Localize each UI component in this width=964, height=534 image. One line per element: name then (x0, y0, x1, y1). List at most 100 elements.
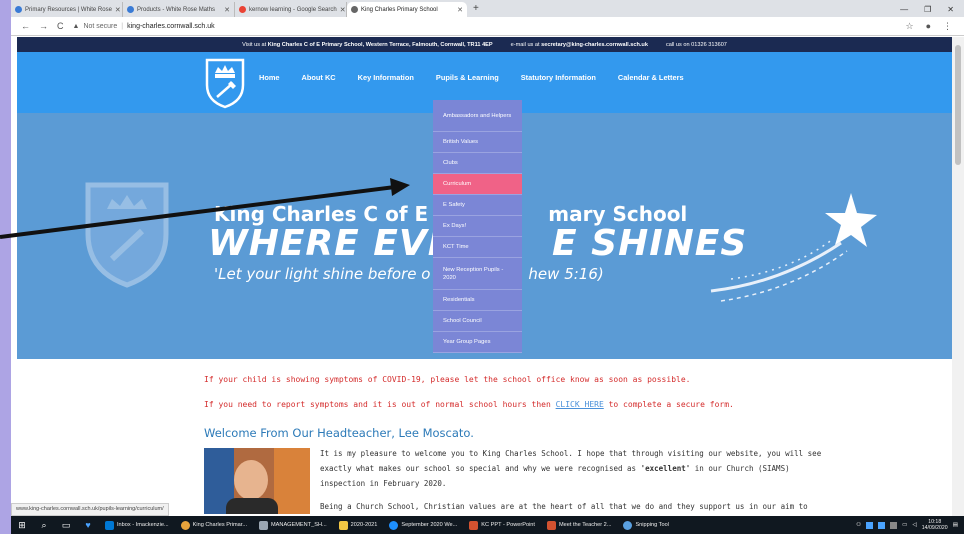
menu-item-new-reception[interactable]: New Reception Pupils - 2020 (433, 258, 522, 290)
close-icon[interactable]: ✕ (340, 6, 346, 14)
system-tray: ⚇ ▭ ◁ 10:18 14/09/2020 ▤ (856, 519, 964, 531)
menu-item-year-group-pages[interactable]: Year Group Pages (433, 332, 522, 353)
taskbar-item-powerpoint-1[interactable]: KC PPT - PowerPoint (463, 516, 541, 534)
security-label: Not secure (83, 22, 118, 30)
pupils-learning-dropdown: Ambassadors and Helpers British Values C… (433, 100, 522, 353)
menu-item-residentials[interactable]: Residentials (433, 290, 522, 311)
menu-icon[interactable]: ⋮ (943, 21, 952, 32)
windows-start-icon[interactable]: ⊞ (11, 520, 33, 531)
star-icon[interactable]: ☆ (905, 21, 913, 32)
pinned-app-icon[interactable]: ♥ (77, 520, 99, 530)
page-scrollbar[interactable] (952, 37, 964, 516)
nav-pupils-learning[interactable]: Pupils & Learning (436, 73, 499, 82)
report-notice: If you need to report symptoms and it is… (204, 400, 734, 409)
edge-icon (389, 520, 399, 530)
nav-about[interactable]: About KC (302, 73, 336, 82)
task-view-icon[interactable]: ▭ (55, 520, 77, 531)
tab-primary-resources[interactable]: Primary Resources | White Rose ✕ (11, 2, 123, 17)
menu-item-ambassadors[interactable]: Ambassadors and Helpers (433, 100, 522, 132)
powerpoint-icon (469, 520, 479, 530)
nav-key-information[interactable]: Key Information (358, 73, 414, 82)
menu-item-kct-time[interactable]: KCT Time (433, 237, 522, 258)
snipping-tool-icon (623, 520, 633, 530)
taskbar-clock[interactable]: 10:18 14/09/2020 (922, 519, 948, 531)
back-icon[interactable]: ← (21, 21, 30, 31)
close-icon[interactable]: ✕ (115, 6, 121, 14)
scrollbar-thumb[interactable] (955, 45, 961, 165)
tab-google-search[interactable]: kernow learning - Google Search ✕ (235, 2, 347, 17)
account-icon[interactable]: ● (926, 21, 931, 32)
shield-watermark-icon (85, 182, 169, 288)
warning-icon: ▲ (72, 22, 80, 30)
status-url: www.king-charles.cornwall.sch.uk/pupils-… (11, 503, 169, 516)
url-text: king-charles.cornwall.sch.uk (127, 22, 215, 30)
nav-calendar-letters[interactable]: Calendar & Letters (618, 73, 684, 82)
network-icon[interactable]: ▭ (902, 522, 907, 528)
tray-app-icon[interactable] (890, 521, 898, 529)
click-here-link[interactable]: CLICK HERE (556, 400, 604, 409)
phone-text: call us on 01326 313607 (665, 41, 727, 48)
white-rose-icon (15, 6, 22, 13)
taskbar-item-chrome[interactable]: King Charles Primar... (175, 516, 253, 534)
menu-item-clubs[interactable]: Clubs (433, 153, 522, 174)
browser-tab-bar: Primary Resources | White Rose ✕ Products… (11, 0, 964, 17)
menu-item-british-values[interactable]: British Values (433, 132, 522, 153)
window-controls: — ❐ ✕ (900, 2, 964, 17)
menu-item-curriculum[interactable]: Curriculum (433, 174, 522, 195)
tab-products[interactable]: Products - White Rose Maths ✕ (123, 2, 235, 17)
restore-icon[interactable]: ❐ (924, 5, 931, 14)
nav-links: Home About KC Key Information Pupils & L… (259, 52, 684, 102)
taskbar-item-folder[interactable]: 2020-2021 (333, 516, 384, 534)
school-crest-logo[interactable] (203, 57, 247, 109)
tray-app-icon[interactable] (878, 521, 886, 529)
close-icon[interactable]: ✕ (457, 6, 463, 14)
new-tab-button[interactable]: + (467, 2, 485, 17)
windows-taskbar: ⊞ ⌕ ▭ ♥ Inbox - Imackenzie... King Charl… (11, 516, 964, 534)
intro-line-1: It is my pleasure to welcome you to King… (320, 449, 822, 458)
intro-line-3: inspection in February 2020. (320, 479, 447, 488)
menu-item-e-safety[interactable]: E Safety (433, 195, 522, 216)
taskbar-item-powerpoint-2[interactable]: Meet the Teacher 2... (541, 516, 617, 534)
taskbar-item-snipping[interactable]: Snipping Tool (617, 516, 675, 534)
google-icon (239, 6, 246, 13)
hero-verse: 'Let your light shine before o hew 5:16) (214, 265, 604, 283)
reload-icon[interactable]: C (57, 21, 64, 31)
notifications-icon[interactable]: ▤ (953, 522, 958, 528)
people-icon[interactable]: ⚇ (856, 522, 861, 528)
address-bar-actions: ☆ ● ⋮ (905, 21, 964, 32)
nav-statutory-information[interactable]: Statutory Information (521, 73, 596, 82)
menu-item-school-council[interactable]: School Council (433, 311, 522, 332)
chrome-icon (180, 520, 190, 530)
headteacher-photo (204, 448, 310, 514)
close-window-icon[interactable]: ✕ (947, 5, 954, 14)
tab-king-charles[interactable]: King Charles Primary School ✕ (347, 2, 467, 17)
minimize-icon[interactable]: — (900, 5, 908, 14)
taskbar-item-outlook[interactable]: Inbox - Imackenzie... (99, 516, 175, 534)
white-rose-icon (127, 6, 134, 13)
taskbar-item-management[interactable]: MANAGEMENT_SH... (253, 516, 333, 534)
screenshot-root: { "browser": { "tabs": [ {"title": "Prim… (0, 0, 964, 534)
welcome-heading: Welcome From Our Headteacher, Lee Moscat… (204, 426, 474, 440)
globe-icon (351, 6, 358, 13)
covid-notice: If your child is showing symptoms of COV… (204, 375, 691, 384)
outlook-icon (105, 520, 114, 530)
tray-app-icon[interactable] (866, 521, 874, 529)
forward-icon[interactable]: → (39, 21, 48, 31)
menu-item-ex-days[interactable]: Ex Days! (433, 216, 522, 237)
close-icon[interactable]: ✕ (224, 6, 230, 14)
left-edge-decoration (0, 0, 11, 534)
nav-home[interactable]: Home (259, 73, 280, 82)
address-text: Visit us at King Charles C of E Primary … (242, 41, 493, 48)
network-drive-icon (259, 520, 269, 530)
intro-line-4: Being a Church School, Christian values … (320, 502, 808, 511)
email-text[interactable]: e-mail us at secretary@king-charles.corn… (511, 42, 648, 48)
address-bar: ← → C ▲ Not secure | king-charles.cornwa… (11, 17, 964, 36)
powerpoint-icon (546, 520, 556, 530)
taskbar-item-edge[interactable]: September 2020 We... (383, 516, 463, 534)
site-contact-bar: Visit us at King Charles C of E Primary … (17, 37, 952, 52)
intro-line-2: exactly what makes our school so special… (320, 464, 790, 473)
search-icon[interactable]: ⌕ (33, 520, 55, 531)
folder-icon (338, 520, 348, 530)
volume-icon[interactable]: ◁ (912, 522, 916, 528)
url-field[interactable]: ▲ Not secure | king-charles.cornwall.sch… (73, 23, 897, 30)
